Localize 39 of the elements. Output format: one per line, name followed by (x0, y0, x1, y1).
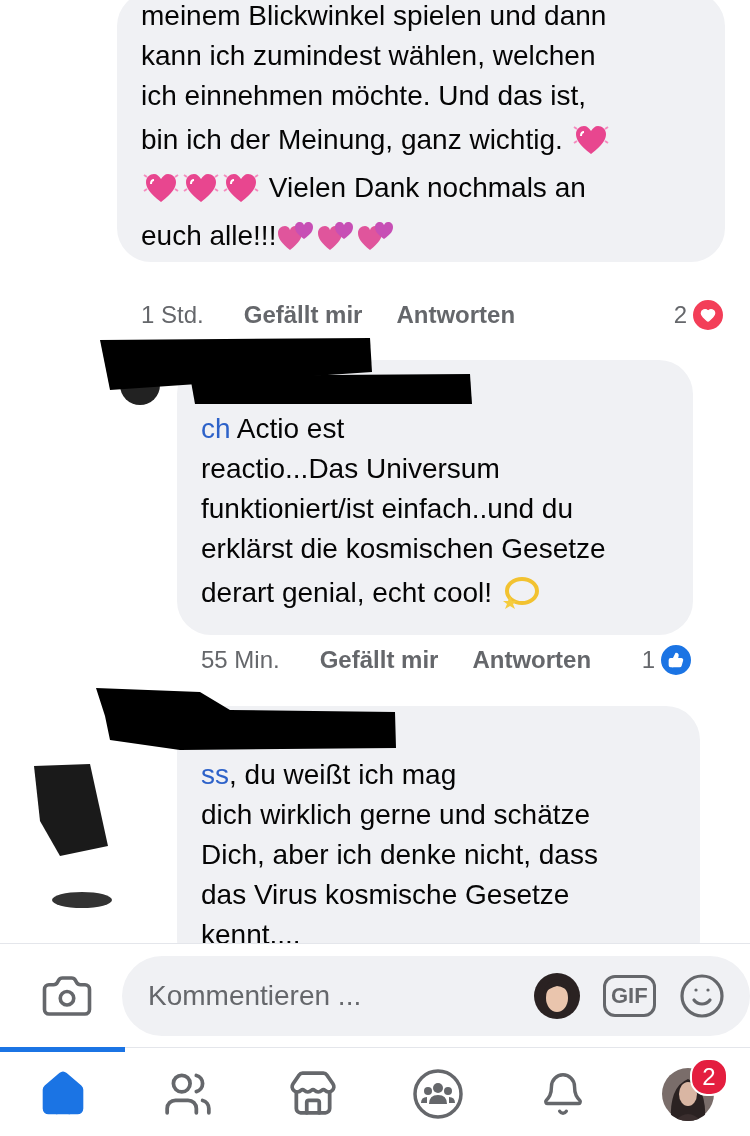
like-link[interactable]: Gefällt mir (319, 646, 439, 674)
groups-icon[interactable] (411, 1068, 464, 1120)
comment-text: Dich, aber ich denke nicht, dass (201, 838, 598, 872)
comment-text: dich wirklich gerne und schätze (201, 798, 591, 832)
comment-text: Actio est (235, 412, 345, 446)
comment-text: , du weißt ich mag (229, 758, 457, 792)
sparkling-heart-icon (143, 171, 179, 205)
comment-text: derart genial, echt cool! (201, 576, 494, 610)
comment-text: funktioniert/ist einfach..und du (201, 492, 573, 526)
sparkling-heart-icon (223, 171, 259, 205)
comment-text: reactio...Das Universum (201, 452, 500, 486)
emoji-icon[interactable] (677, 971, 726, 1020)
comment-text: bin ich der Meinung, ganz wichtig. (141, 123, 564, 157)
mention-link[interactable]: ss (201, 755, 229, 795)
comment-text: euch alle!!! (141, 219, 277, 253)
two-hearts-icon (317, 219, 356, 253)
comment-text: Vielen Dank nochmals an (267, 171, 586, 205)
comment-time: 55 Min. (201, 646, 280, 674)
two-hearts-icon (357, 219, 396, 253)
notification-badge: 2 (690, 1058, 728, 1096)
avatar-sticker-icon[interactable] (533, 971, 581, 1020)
comment-text: meinem Blickwinkel spielen und dann (141, 0, 607, 33)
comment-time: 1 Std. (141, 301, 204, 329)
reply-link[interactable]: Antworten (472, 646, 592, 674)
reaction-count: 1 (641, 646, 655, 674)
comment-field[interactable]: Kommentieren ... GIF (122, 955, 750, 1036)
mention-link[interactable]: ch (201, 409, 231, 449)
comment-text: erklärst die kosmischen Gesetze (201, 532, 606, 566)
comment-text: ich einnehmen möchte. Und das ist, (141, 79, 587, 113)
comment-text: das Virus kosmische Gesetze (201, 878, 570, 912)
two-hearts-icon (277, 219, 316, 253)
nav-tab[interactable]: 2 (625, 1047, 750, 1136)
reply-link[interactable]: Antworten (396, 301, 516, 329)
comment-text: kann ich zumindest wählen, welchen (141, 39, 596, 73)
like-link[interactable]: Gefällt mir (243, 301, 363, 329)
sparkling-heart-icon (572, 123, 609, 157)
sparkling-heart-icon (183, 171, 219, 205)
gif-button[interactable]: GIF (603, 974, 656, 1017)
reaction-count: 2 (673, 301, 687, 329)
